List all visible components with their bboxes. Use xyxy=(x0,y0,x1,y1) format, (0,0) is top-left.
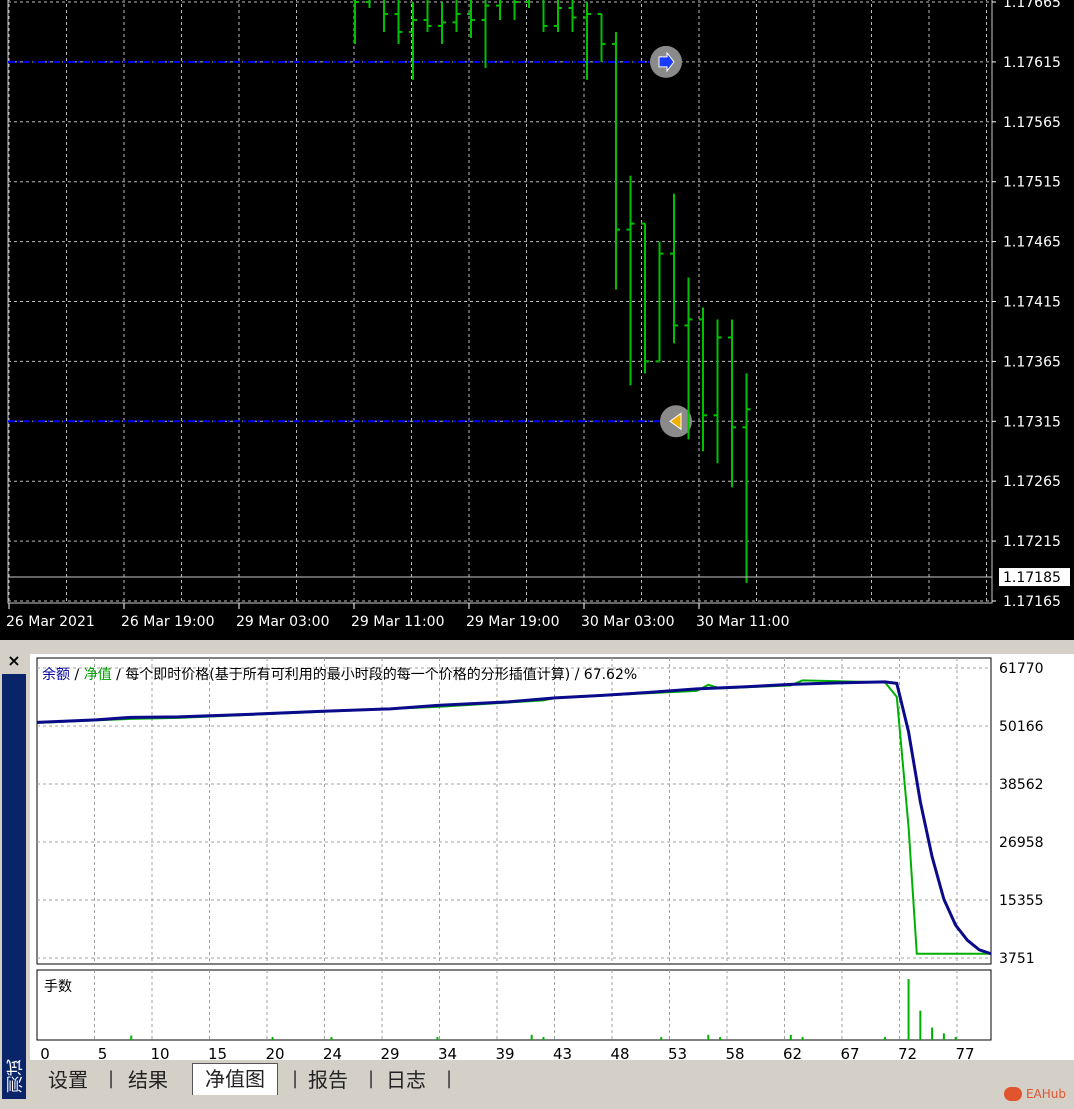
x-tick-label: 39 xyxy=(495,1045,514,1060)
ohlc-bar xyxy=(728,319,736,488)
ohlc-bar xyxy=(481,0,490,68)
ohlc-bar xyxy=(641,222,649,374)
ohlc-bar xyxy=(626,175,635,386)
y-tick-label: 1.17415 xyxy=(1003,295,1061,311)
equity-chart-svg: 61770 50166 38562 26958 15355 3751 余额 / 净值 / 每… xyxy=(36,657,1044,1063)
x-tick-label: 48 xyxy=(610,1045,629,1060)
y-tick-label: 1.17515 xyxy=(1003,175,1061,191)
tab-separator: | xyxy=(292,1068,299,1089)
ohlc-bar xyxy=(542,0,548,32)
y-tick-label: 3751 xyxy=(999,951,1035,967)
strategy-tester-panel: × 测试 61770 50166 38562 26958 15355 3751 余额 / 净… xyxy=(0,648,1074,1109)
x-tick-label: 29 xyxy=(380,1045,399,1060)
eahub-logo-icon xyxy=(1003,1087,1022,1101)
watermark: EAHub xyxy=(1003,1086,1066,1101)
y-tick-label: 1.17265 xyxy=(1003,474,1061,490)
x-tick-label: 30 Mar 03:00 xyxy=(581,614,674,630)
x-tick-label: 29 Mar 03:00 xyxy=(236,614,329,630)
ohlc-bar xyxy=(383,0,388,32)
tab-equity-graph[interactable]: 净值图 xyxy=(192,1063,278,1095)
tab-results[interactable]: 结果 xyxy=(128,1066,168,1094)
tester-side-label: 测试 xyxy=(7,1059,27,1093)
ohlc-bar xyxy=(354,0,359,44)
tab-separator: | xyxy=(108,1068,115,1089)
x-tick-label: 10 xyxy=(150,1045,169,1060)
y-tick-label: 1.17615 xyxy=(1003,55,1061,71)
y-tick-label: 1.17665 xyxy=(1003,0,1061,11)
current-price-label: 1.17185 xyxy=(1003,570,1061,586)
x-tick-label: 34 xyxy=(438,1045,457,1060)
x-tick-label: 26 Mar 2021 xyxy=(6,614,95,630)
ohlc-bar xyxy=(438,2,446,44)
y-tick-label: 38562 xyxy=(999,777,1044,793)
close-panel-button[interactable]: × xyxy=(2,650,26,672)
x-tick-label: 30 Mar 11:00 xyxy=(696,614,789,630)
x-tick-label: 15 xyxy=(208,1045,227,1060)
ohlc-bar xyxy=(612,31,620,290)
ohlc-bar xyxy=(670,193,678,344)
ohlc-bar xyxy=(467,0,475,38)
y-tick-label: 26958 xyxy=(999,835,1044,851)
title-part: / xyxy=(70,667,84,683)
tab-report[interactable]: 报告 xyxy=(308,1066,348,1094)
y-tick-label: 1.17215 xyxy=(1003,534,1061,550)
equity-plot-frame xyxy=(36,657,992,965)
x-tick-label: 5 xyxy=(98,1045,108,1060)
ohlc-bar xyxy=(409,2,417,80)
x-tick-label: 24 xyxy=(323,1045,342,1060)
x-tick-label: 0 xyxy=(40,1045,50,1060)
x-tick-label: 77 xyxy=(955,1045,974,1060)
x-tick-label: 53 xyxy=(668,1045,687,1060)
ohlc-bar xyxy=(597,12,606,62)
ohlc-bar xyxy=(513,0,519,20)
ohlc-bar xyxy=(568,0,577,32)
ohlc-bar xyxy=(423,0,432,32)
tab-journal[interactable]: 日志 xyxy=(386,1066,426,1094)
y-tick-label: 15355 xyxy=(999,893,1044,909)
ohlc-bar xyxy=(452,0,461,32)
lots-chart-title: 手数 xyxy=(44,979,72,995)
price-chart[interactable]: 1.17665 1.17615 1.17565 1.17515 1.17465 1.174… xyxy=(0,0,1074,640)
ohlc-bar xyxy=(394,0,403,44)
ohlc-bar xyxy=(742,373,751,584)
y-tick-label: 1.17465 xyxy=(1003,235,1061,251)
ohlc-bar xyxy=(496,0,501,20)
x-tick-label: 72 xyxy=(898,1045,917,1060)
ohlc-bar xyxy=(713,319,722,464)
tab-separator: | xyxy=(368,1068,375,1089)
ohlc-bar xyxy=(699,307,707,452)
tester-side-bar: 测试 xyxy=(2,674,27,1099)
ohlc-bar xyxy=(365,0,371,8)
title-part: 余额 xyxy=(42,666,70,683)
equity-chart[interactable]: 61770 50166 38562 26958 15355 3751 余额 / 净值 / 每… xyxy=(30,654,1074,1063)
tester-tab-bar: 设置 | 结果 净值图 | 报告 | 日志 | xyxy=(30,1062,530,1098)
x-tick-label: 43 xyxy=(553,1045,572,1060)
x-tick-label: 58 xyxy=(725,1045,744,1060)
x-tick-label: 20 xyxy=(265,1045,284,1060)
y-tick-label: 61770 xyxy=(999,661,1044,677)
tab-separator: | xyxy=(446,1068,453,1089)
x-tick-label: 26 Mar 19:00 xyxy=(121,614,214,630)
equity-chart-title: 余额 / 净值 / 每个即时价格(基于所有可利用的最小时段的每一个价格的分形插值… xyxy=(42,666,637,683)
watermark-text: EAHub xyxy=(1025,1086,1066,1101)
x-tick-label: 67 xyxy=(840,1045,859,1060)
ohlc-bar xyxy=(554,0,562,32)
y-tick-label: 1.17165 xyxy=(1003,594,1061,610)
y-tick-label: 1.17565 xyxy=(1003,115,1061,131)
x-tick-label: 29 Mar 11:00 xyxy=(351,614,444,630)
x-tick-label: 29 Mar 19:00 xyxy=(466,614,559,630)
y-tick-label: 1.17315 xyxy=(1003,414,1061,430)
y-tick-label: 1.17365 xyxy=(1003,354,1061,370)
price-chart-svg: 1.17665 1.17615 1.17565 1.17515 1.17465 1.174… xyxy=(6,0,1070,630)
title-part: 净值 xyxy=(84,667,112,683)
title-part: / 每个即时价格(基于所有可利用的最小时段的每一个价格的分形插值计算) / 67… xyxy=(112,666,638,683)
tab-settings[interactable]: 设置 xyxy=(48,1066,88,1094)
x-tick-label: 62 xyxy=(783,1045,802,1060)
y-tick-label: 50166 xyxy=(999,719,1044,735)
lots-plot-frame xyxy=(36,969,992,1041)
